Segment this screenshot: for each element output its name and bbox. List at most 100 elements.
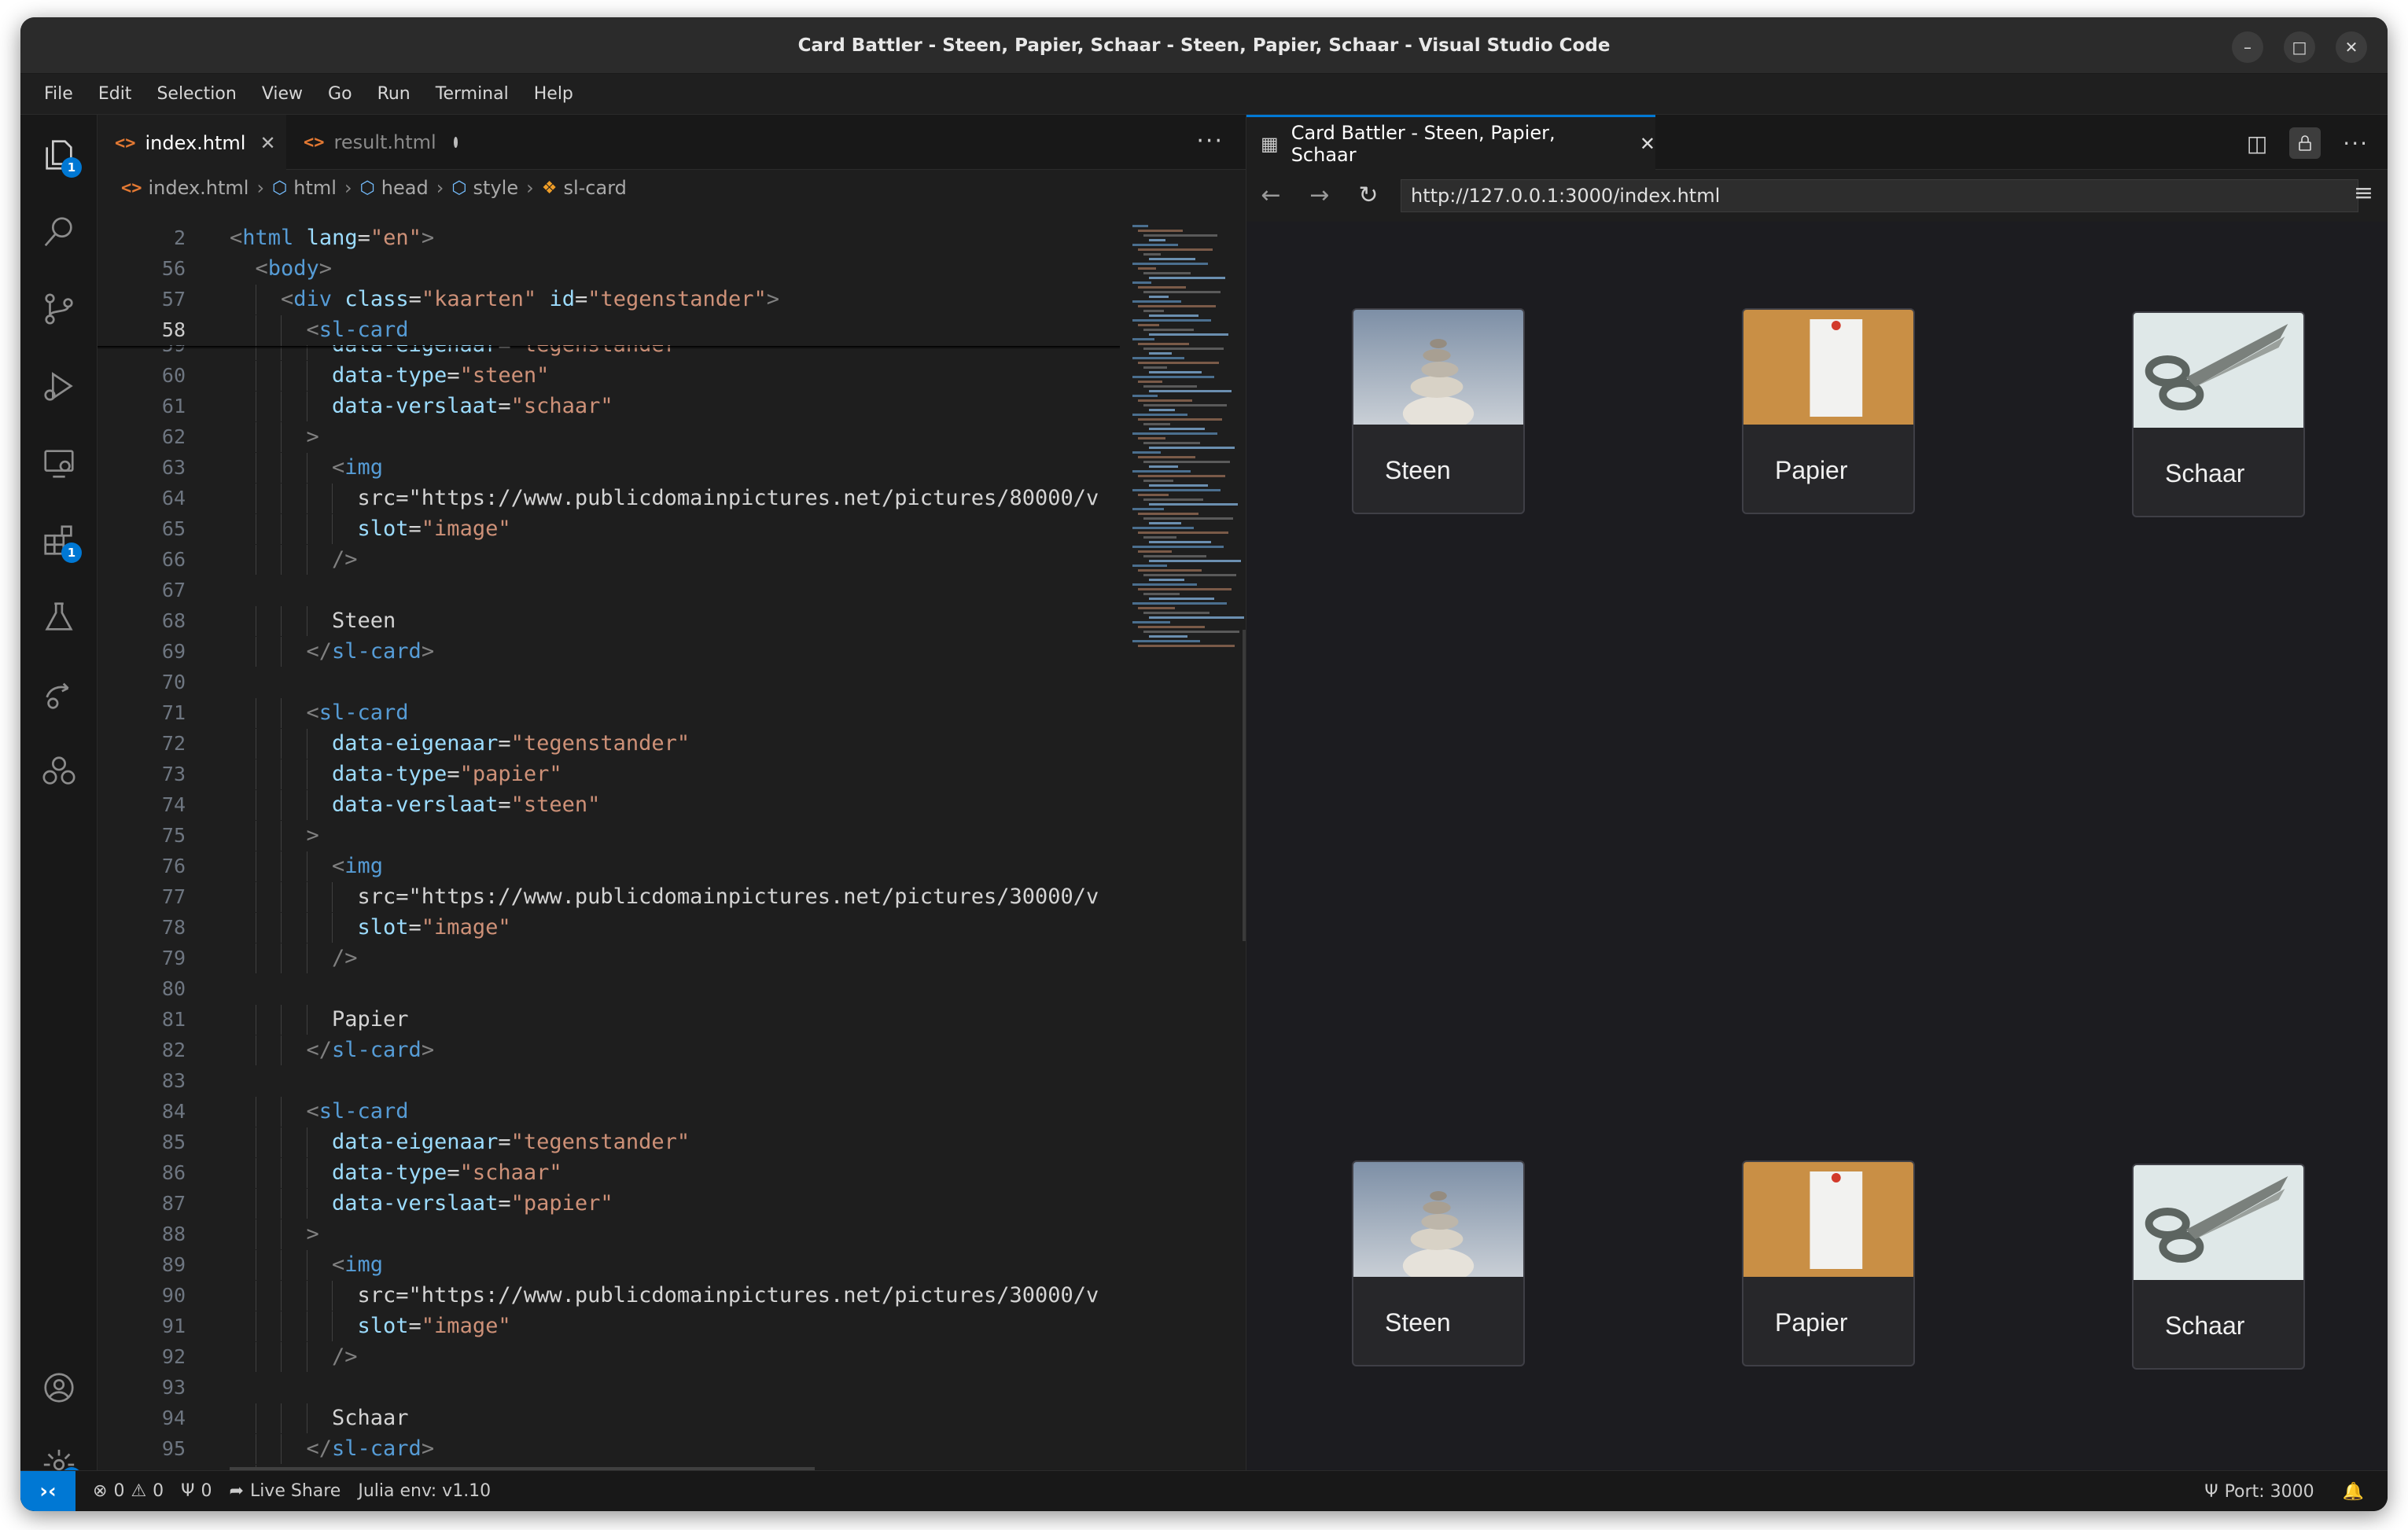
code-editor[interactable]: 59data-eigenaar="tegenstander"60data-typ… <box>98 223 1120 1473</box>
more-actions-icon[interactable]: ··· <box>2343 131 2369 156</box>
explorer-icon[interactable]: 1 <box>39 135 82 178</box>
code-line[interactable]: 66 /> <box>98 545 1120 575</box>
close-tab-icon[interactable]: ✕ <box>260 132 275 154</box>
sticky-code-line[interactable]: 57 <div class="kaarten" id="tegenstander"… <box>98 285 1120 314</box>
maximize-button[interactable]: □ <box>2284 31 2315 63</box>
code-line[interactable]: 77 src="https://www.publicdomainpictures.… <box>98 882 1120 912</box>
code-line[interactable]: 64 src="https://www.publicdomainpictures.… <box>98 484 1120 513</box>
code-line[interactable]: 91 slot="image" <box>98 1311 1120 1341</box>
code-line[interactable]: 67 <box>98 576 1120 605</box>
breadcrumb-html[interactable]: html <box>293 177 337 199</box>
code-line[interactable]: 78 slot="image" <box>98 913 1120 943</box>
code-line[interactable]: 90 src="https://www.publicdomainpictures.… <box>98 1281 1120 1311</box>
menu-run[interactable]: Run <box>365 84 423 104</box>
line-number: 95 <box>161 1437 186 1460</box>
more-actions-icon[interactable]: ··· <box>1196 127 1224 155</box>
code-line[interactable]: 71 <sl-card <box>98 698 1120 728</box>
code-line[interactable]: 75 > <box>98 821 1120 851</box>
split-editor-icon[interactable]: ◫ <box>2247 131 2267 156</box>
code-line[interactable]: 81 Papier <box>98 1005 1120 1035</box>
menu-help[interactable]: Help <box>521 84 586 104</box>
tab-card-battler[interactable]: ▦ Card Battler - Steen, Papier, Schaar ✕ <box>1246 115 1655 170</box>
sl-card-schaar[interactable]: Schaar <box>2132 311 2305 517</box>
ports-indicator[interactable]: Ψ 0 <box>181 1481 212 1501</box>
julia-icon[interactable] <box>39 752 79 791</box>
reload-icon[interactable]: ↻ <box>1344 182 1393 209</box>
breadcrumb-head[interactable]: head <box>381 177 429 199</box>
code-line[interactable]: 79 /> <box>98 943 1120 973</box>
minimap-line <box>1138 607 1175 609</box>
sl-card-steen[interactable]: Steen <box>1352 1160 1525 1366</box>
code-line[interactable]: 82 </sl-card> <box>98 1035 1120 1065</box>
close-tab-icon[interactable]: ✕ <box>1640 133 1655 155</box>
account-icon[interactable] <box>39 1368 79 1407</box>
code-line[interactable]: 62 > <box>98 422 1120 452</box>
code-line[interactable]: 70 <box>98 668 1120 697</box>
code-line[interactable]: 87 data-verslaat="papier" <box>98 1189 1120 1219</box>
live-share-icon[interactable] <box>39 675 79 714</box>
menu-go[interactable]: Go <box>315 84 365 104</box>
code-line[interactable]: 72 data-eigenaar="tegenstander" <box>98 729 1120 759</box>
unsaved-dot-icon[interactable] <box>453 137 458 148</box>
back-arrow-icon[interactable]: ← <box>1246 182 1295 209</box>
tab-index-html[interactable]: <> index.html ✕ <box>98 115 286 170</box>
close-window-button[interactable]: ✕ <box>2336 31 2367 63</box>
minimap[interactable] <box>1129 225 1244 1467</box>
code-line[interactable]: 60 data-type="steen" <box>98 361 1120 391</box>
sl-card-schaar[interactable]: Schaar <box>2132 1164 2305 1370</box>
code-line[interactable]: 86 data-type="schaar" <box>98 1158 1120 1188</box>
menu-edit[interactable]: Edit <box>86 84 145 104</box>
code-line[interactable]: 85 data-eigenaar="tegenstander" <box>98 1127 1120 1157</box>
problems-indicator[interactable]: ⊗ 0 ⚠ 0 <box>93 1481 164 1501</box>
minimize-button[interactable]: – <box>2232 31 2263 63</box>
forward-arrow-icon[interactable]: → <box>1295 182 1344 209</box>
menu-terminal[interactable]: Terminal <box>423 84 521 104</box>
remote-explorer-icon[interactable] <box>39 443 79 483</box>
menu-icon[interactable]: ≡ <box>2354 179 2373 207</box>
code-text: src="https://www.publicdomainpictures.ne… <box>357 486 1099 510</box>
sl-card-papier[interactable]: Papier <box>1742 308 1915 514</box>
port-status[interactable]: Ψ Port: 3000 <box>2204 1482 2314 1502</box>
code-line[interactable]: 83 <box>98 1066 1120 1096</box>
code-line[interactable]: 68 Steen <box>98 606 1120 636</box>
minimap-line <box>1149 503 1238 506</box>
sl-card-papier[interactable]: Papier <box>1742 1160 1915 1366</box>
code-line[interactable]: 89 <img <box>98 1250 1120 1280</box>
julia-env-status[interactable]: Julia env: v1.10 <box>358 1481 491 1501</box>
code-line[interactable]: 74 data-verslaat="steen" <box>98 790 1120 820</box>
sticky-code-line[interactable]: 56 <body> <box>98 254 1120 284</box>
sl-card-steen[interactable]: Steen <box>1352 308 1525 514</box>
search-icon[interactable] <box>39 212 79 252</box>
code-line[interactable]: 65 slot="image" <box>98 514 1120 544</box>
breadcrumb-sl-card[interactable]: sl-card <box>563 177 626 199</box>
breadcrumb-file[interactable]: index.html <box>149 177 249 199</box>
notifications-bell-icon[interactable]: 🔔 <box>2343 1482 2364 1502</box>
code-line[interactable]: 61 data-verslaat="schaar" <box>98 392 1120 421</box>
code-line[interactable]: 69 </sl-card> <box>98 637 1120 667</box>
code-line[interactable]: 92 /> <box>98 1342 1120 1372</box>
code-line[interactable]: 93 <box>98 1373 1120 1403</box>
code-line[interactable]: 76 <img <box>98 851 1120 881</box>
sticky-code-line[interactable]: 2 <html lang="en"> <box>98 223 1120 253</box>
extensions-icon[interactable]: 1 <box>39 520 82 563</box>
menu-view[interactable]: View <box>249 84 315 104</box>
code-line[interactable]: 73 data-type="papier" <box>98 759 1120 789</box>
menu-file[interactable]: File <box>31 84 86 104</box>
code-line[interactable]: 63 <img <box>98 453 1120 483</box>
live-share-status[interactable]: ➦ Live Share <box>230 1481 341 1501</box>
tab-result-html[interactable]: <> result.html <box>286 115 475 170</box>
url-input[interactable] <box>1401 179 2358 212</box>
code-line[interactable]: 80 <box>98 974 1120 1004</box>
menu-selection[interactable]: Selection <box>144 84 249 104</box>
testing-icon[interactable] <box>39 598 79 637</box>
breadcrumb-style[interactable]: style <box>473 177 519 199</box>
code-line[interactable]: 84 <sl-card <box>98 1097 1120 1127</box>
code-line[interactable]: 94 Schaar <box>98 1403 1120 1433</box>
lock-group-icon[interactable] <box>2289 127 2321 159</box>
run-debug-icon[interactable] <box>39 366 79 406</box>
code-line[interactable]: 95 </sl-card> <box>98 1434 1120 1464</box>
sticky-code-line[interactable]: 58 <sl-card <box>98 315 1120 345</box>
source-control-icon[interactable] <box>39 289 79 329</box>
remote-indicator-icon[interactable]: ›‹ <box>20 1470 75 1511</box>
code-line[interactable]: 88 > <box>98 1219 1120 1249</box>
